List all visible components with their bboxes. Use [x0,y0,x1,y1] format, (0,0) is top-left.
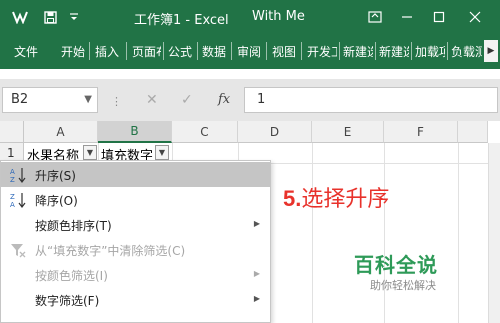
vertical-scrollbar[interactable] [488,143,500,323]
watermark-title: 百科全说 [354,253,438,277]
sort-descending-icon: Z A [9,191,27,209]
grid-line [458,143,459,323]
tab-formulas[interactable]: 公式 [168,43,192,60]
column-header-e[interactable]: E [312,121,384,143]
tab-file[interactable]: 文件 [14,43,38,60]
svg-text:Z: Z [10,176,15,184]
excel-logo-icon [12,9,28,25]
grid-line [312,143,313,323]
tab-developer[interactable]: 开发工具 [307,43,337,60]
quick-access-dropdown-icon[interactable] [66,9,82,25]
filter-menu: A Z 升序(S) Z A 降序(O) 按颜色排序(T) ▶ 从“填充数字”中清… [0,160,271,323]
menu-item-sort-descending[interactable]: Z A 降序(O) [1,187,270,212]
tab-new-tab-1[interactable]: 新建选项卡 [343,43,373,60]
clear-filter-icon [9,241,27,259]
tab-separator [163,42,164,60]
title-bar: 工作簿1 - Excel With Me [0,0,500,34]
tab-view[interactable]: 视图 [272,43,296,60]
restore-icon[interactable] [426,6,452,28]
tab-separator [447,42,448,60]
submenu-arrow-icon: ▶ [253,219,260,228]
menu-item-label: 按颜色排序(T) [35,219,112,233]
name-box[interactable]: B2 ▼ [2,87,98,113]
save-icon[interactable] [42,9,58,25]
tab-add-ins[interactable]: 加载项 [415,43,445,60]
tab-separator [197,42,198,60]
menu-item-label: 数字筛选(F) [35,294,100,308]
svg-text:A: A [10,168,15,176]
ribbon-display-options-icon[interactable] [362,6,388,28]
menu-item-label: 升序(S) [35,169,76,183]
svg-text:A: A [10,201,15,209]
column-header-f[interactable]: F [384,121,458,143]
minimize-icon[interactable] [394,6,420,28]
submenu-arrow-icon: ▶ [253,294,260,303]
tab-separator [231,42,232,60]
menu-item-clear-filter[interactable]: 从“填充数字”中清除筛选(C) [1,237,270,262]
tab-insert[interactable]: 插入 [95,43,119,60]
select-all-corner[interactable] [0,121,24,143]
tab-separator [266,42,267,60]
enter-icon[interactable]: ✓ [181,92,193,108]
step-annotation: 5.选择升序 [283,181,389,213]
column-header-c[interactable]: C [172,121,238,143]
close-icon[interactable] [462,6,488,28]
menu-item-label: 降序(O) [35,194,78,208]
filter-dropdown-a-icon[interactable]: ▼ [83,145,97,160]
menu-item-sort-by-color[interactable]: 按颜色排序(T) ▶ [1,212,270,237]
column-header-d[interactable]: D [238,121,312,143]
svg-text:Z: Z [10,193,15,201]
tab-data[interactable]: 数据 [202,43,226,60]
submenu-arrow-icon: ▶ [253,269,260,278]
ribbon-tabs: 文件 开始 插入 页面布局 公式 数据 审阅 视图 开发工具 新建选项卡 新建选… [0,34,500,69]
watermark: 百科全说 助你轻松解决 [340,244,458,300]
window-title: 工作簿1 - Excel [134,13,229,28]
column-header-b[interactable]: B [98,121,172,143]
name-box-value: B2 [11,92,29,107]
menu-item-number-filters[interactable]: 数字筛选(F) ▶ [1,287,270,312]
menu-item-filter-by-color[interactable]: 按颜色筛选(I) ▶ [1,262,270,287]
tab-page-layout[interactable]: 页面布局 [132,43,161,60]
tab-separator [301,42,302,60]
cancel-icon[interactable]: ✕ [146,92,158,108]
sort-ascending-icon: A Z [9,166,27,184]
ribbon-scroll-right-icon[interactable]: ▶ [484,40,498,62]
formula-value: 1 [257,92,266,107]
tab-separator [375,42,376,60]
tab-new-tab-2[interactable]: 新建选项卡 [379,43,409,60]
ribbon-collapsed-area [0,69,500,79]
resize-handle-icon[interactable]: ⋮ [111,95,122,108]
tab-separator [126,42,127,60]
formula-bar: B2 ▼ ⋮ ✕ ✓ fx 1 [0,79,500,121]
step-number: 5. [283,186,302,211]
menu-item-sort-ascending[interactable]: A Z 升序(S) [1,162,270,187]
tab-separator [411,42,412,60]
filter-dropdown-b-icon[interactable]: ▼ [155,145,169,160]
tab-separator [339,42,340,60]
user-name[interactable]: With Me [252,9,305,24]
tab-home[interactable]: 开始 [61,43,85,60]
insert-function-icon[interactable]: fx [218,92,230,107]
tab-load-test[interactable]: 负载测试 [451,43,482,60]
tab-review[interactable]: 审阅 [237,43,261,60]
formula-input[interactable]: 1 [244,87,498,113]
step-text: 选择升序 [301,187,390,212]
column-header-partial[interactable] [458,121,488,143]
chevron-down-icon[interactable]: ▼ [84,94,92,105]
menu-item-label: 按颜色筛选(I) [35,269,108,283]
menu-item-label: 从“填充数字”中清除筛选(C) [35,244,186,258]
tab-separator [89,42,90,60]
column-header-a[interactable]: A [24,121,98,143]
watermark-subtitle: 助你轻松解决 [370,279,436,292]
